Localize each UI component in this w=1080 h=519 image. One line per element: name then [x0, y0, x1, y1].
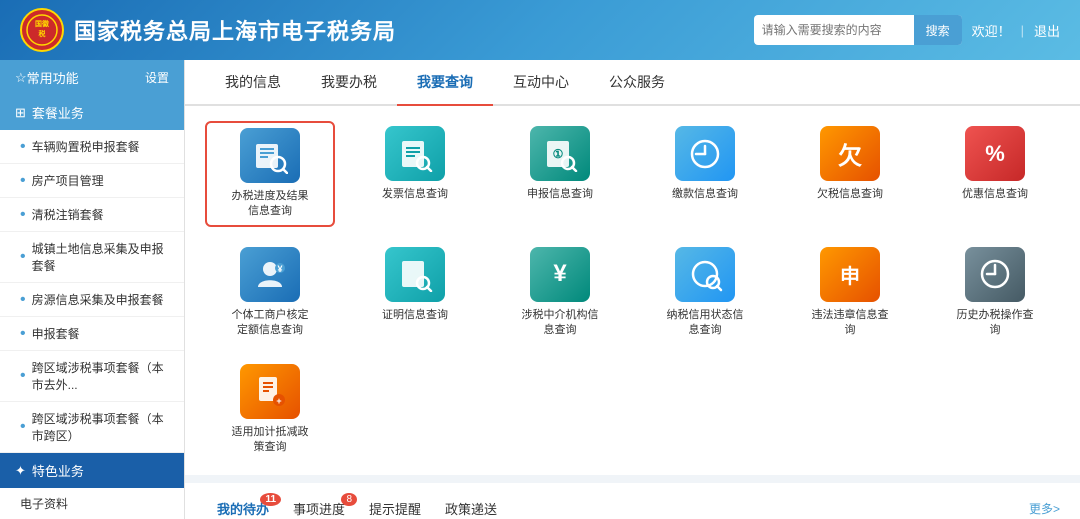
query-label-12: 适用加计抵减政策查询 — [230, 425, 310, 456]
query-label-8: 涉税中介机构信息查询 — [520, 308, 600, 339]
query-item-6[interactable]: ¥ 个体工商户核定定额信息查询 — [205, 242, 335, 344]
sidebar-item-declare[interactable]: 申报套餐 — [0, 317, 184, 351]
sidebar-item-house[interactable]: 房源信息采集及申报套餐 — [0, 283, 184, 317]
nav-tabs: 我的信息 我要办税 我要查询 互动中心 公众服务 — [185, 60, 1080, 106]
todo-badge-1: 8 — [341, 493, 357, 506]
todo-tab-label-0: 我的待办 — [217, 502, 269, 517]
todo-tab-label-3: 政策递送 — [445, 502, 497, 517]
query-item-11[interactable]: 历史办税操作查询 — [930, 242, 1060, 344]
sidebar-item-edoc[interactable]: 电子资料 — [0, 488, 184, 519]
sidebar-item-land[interactable]: 城镇土地信息采集及申报套餐 — [0, 232, 184, 283]
todo-tab-0[interactable]: 我的待办 11 — [205, 495, 281, 519]
todo-tab-label-1: 事项进度 — [293, 502, 345, 517]
query-item-9[interactable]: 纳税信用状态信息查询 — [640, 242, 770, 344]
sidebar-common-header: ☆ 常用功能 设置 — [0, 60, 184, 95]
tab-myinfo[interactable]: 我的信息 — [205, 60, 301, 106]
tab-public[interactable]: 公众服务 — [589, 60, 685, 106]
query-icon-9 — [675, 247, 735, 302]
query-item-3[interactable]: 缴款信息查询 — [640, 121, 770, 227]
query-item-10[interactable]: 申 违法违章信息查询 — [785, 242, 915, 344]
query-item-4[interactable]: 欠 欠税信息查询 — [785, 121, 915, 227]
query-label-4: 欠税信息查询 — [817, 187, 883, 202]
content-area: 我的信息 我要办税 我要查询 互动中心 公众服务 — [185, 60, 1080, 519]
query-label-7: 证明信息查询 — [382, 308, 448, 323]
logo-emblem: 国徽 税 — [20, 8, 64, 52]
todo-tab-label-2: 提示提醒 — [369, 502, 421, 517]
query-icon-12: + — [240, 364, 300, 419]
sidebar-item-vehicle[interactable]: 车辆购置税申报套餐 — [0, 130, 184, 164]
todo-tabs: 我的待办 11 事项进度 8 提示提醒 政策递送 更多> — [205, 495, 1060, 519]
search-input[interactable] — [754, 23, 914, 37]
svg-text:¥: ¥ — [277, 264, 282, 274]
header-divider: | — [1021, 23, 1024, 38]
query-item-12[interactable]: + 适用加计抵减政策查询 — [205, 359, 335, 461]
svg-text:①: ① — [553, 147, 564, 161]
query-item-7[interactable]: 证明信息查询 — [350, 242, 480, 344]
query-label-11: 历史办税操作查询 — [955, 308, 1035, 339]
todo-tab-3[interactable]: 政策递送 — [433, 495, 509, 519]
tab-query[interactable]: 我要查询 — [397, 60, 493, 106]
query-label-3: 缴款信息查询 — [672, 187, 738, 202]
query-icon-1 — [385, 126, 445, 181]
query-label-5: 优惠信息查询 — [962, 187, 1028, 202]
special-icon: ✦ — [15, 463, 26, 479]
common-label: 常用功能 — [27, 68, 79, 87]
query-label-0: 办税进度及结果信息查询 — [230, 189, 310, 220]
query-section: 办税进度及结果信息查询 发票信息查询 — [185, 106, 1080, 475]
query-label-6: 个体工商户核定定额信息查询 — [230, 308, 310, 339]
header: 国徽 税 国家税务总局上海市电子税务局 搜索 欢迎！ | 退出 — [0, 0, 1080, 60]
sidebar-package-header: ⊞ 套餐业务 — [0, 95, 184, 130]
search-button[interactable]: 搜索 — [914, 15, 962, 45]
query-icon-0 — [240, 128, 300, 183]
special-label: 特色业务 — [32, 461, 84, 480]
tab-dotax[interactable]: 我要办税 — [301, 60, 397, 106]
query-icon-4: 欠 — [820, 126, 880, 181]
query-label-9: 纳税信用状态信息查询 — [665, 308, 745, 339]
site-title: 国家税务总局上海市电子税务局 — [74, 14, 396, 46]
query-item-8[interactable]: ¥ 涉税中介机构信息查询 — [495, 242, 625, 344]
query-item-5[interactable]: % 优惠信息查询 — [930, 121, 1060, 227]
todo-tab-2[interactable]: 提示提醒 — [357, 495, 433, 519]
package-icon: ⊞ — [15, 105, 26, 121]
logout-button[interactable]: 退出 — [1034, 21, 1060, 40]
todo-more[interactable]: 更多> — [1029, 500, 1060, 517]
package-label: 套餐业务 — [32, 103, 84, 122]
query-label-10: 违法违章信息查询 — [810, 308, 890, 339]
query-icon-3 — [675, 126, 735, 181]
sidebar-item-property[interactable]: 房产项目管理 — [0, 164, 184, 198]
main-container: ☆ 常用功能 设置 ⊞ 套餐业务 车辆购置税申报套餐 房产项目管理 清税注销套餐… — [0, 60, 1080, 519]
settings-label[interactable]: 设置 — [145, 69, 169, 86]
svg-text:税: 税 — [39, 29, 46, 38]
sidebar-item-cross2[interactable]: 跨区域涉税事项套餐（本市跨区） — [0, 402, 184, 453]
sidebar-special-header: ✦ 特色业务 — [0, 453, 184, 488]
todo-section: 我的待办 11 事项进度 8 提示提醒 政策递送 更多> 事项名 — [185, 483, 1080, 519]
search-box[interactable]: 搜索 — [754, 15, 962, 45]
todo-badge-0: 11 — [260, 493, 281, 506]
query-item-1[interactable]: 发票信息查询 — [350, 121, 480, 227]
star-icon: ☆ — [15, 70, 27, 86]
query-icon-8: ¥ — [530, 247, 590, 302]
sidebar-item-cleartax[interactable]: 清税注销套餐 — [0, 198, 184, 232]
query-icon-10: 申 — [820, 247, 880, 302]
sidebar-item-cross1[interactable]: 跨区域涉税事项套餐（本市去外... — [0, 351, 184, 402]
query-icon-5: % — [965, 126, 1025, 181]
query-label-1: 发票信息查询 — [382, 187, 448, 202]
query-icon-2: ① — [530, 126, 590, 181]
tab-interact[interactable]: 互动中心 — [493, 60, 589, 106]
svg-text:国徽: 国徽 — [35, 19, 50, 28]
sidebar: ☆ 常用功能 设置 ⊞ 套餐业务 车辆购置税申报套餐 房产项目管理 清税注销套餐… — [0, 60, 185, 519]
query-item-0[interactable]: 办税进度及结果信息查询 — [205, 121, 335, 227]
header-logo: 国徽 税 国家税务总局上海市电子税务局 — [20, 8, 396, 52]
query-icon-11 — [965, 247, 1025, 302]
query-icon-6: ¥ — [240, 247, 300, 302]
svg-text:+: + — [276, 396, 281, 406]
todo-tab-1[interactable]: 事项进度 8 — [281, 495, 357, 519]
header-right: 搜索 欢迎！ | 退出 — [754, 15, 1060, 45]
welcome-text: 欢迎！ — [972, 21, 1011, 40]
query-item-2[interactable]: ① 申报信息查询 — [495, 121, 625, 227]
query-icon-7 — [385, 247, 445, 302]
query-grid: 办税进度及结果信息查询 发票信息查询 — [205, 121, 1060, 460]
query-label-2: 申报信息查询 — [527, 187, 593, 202]
